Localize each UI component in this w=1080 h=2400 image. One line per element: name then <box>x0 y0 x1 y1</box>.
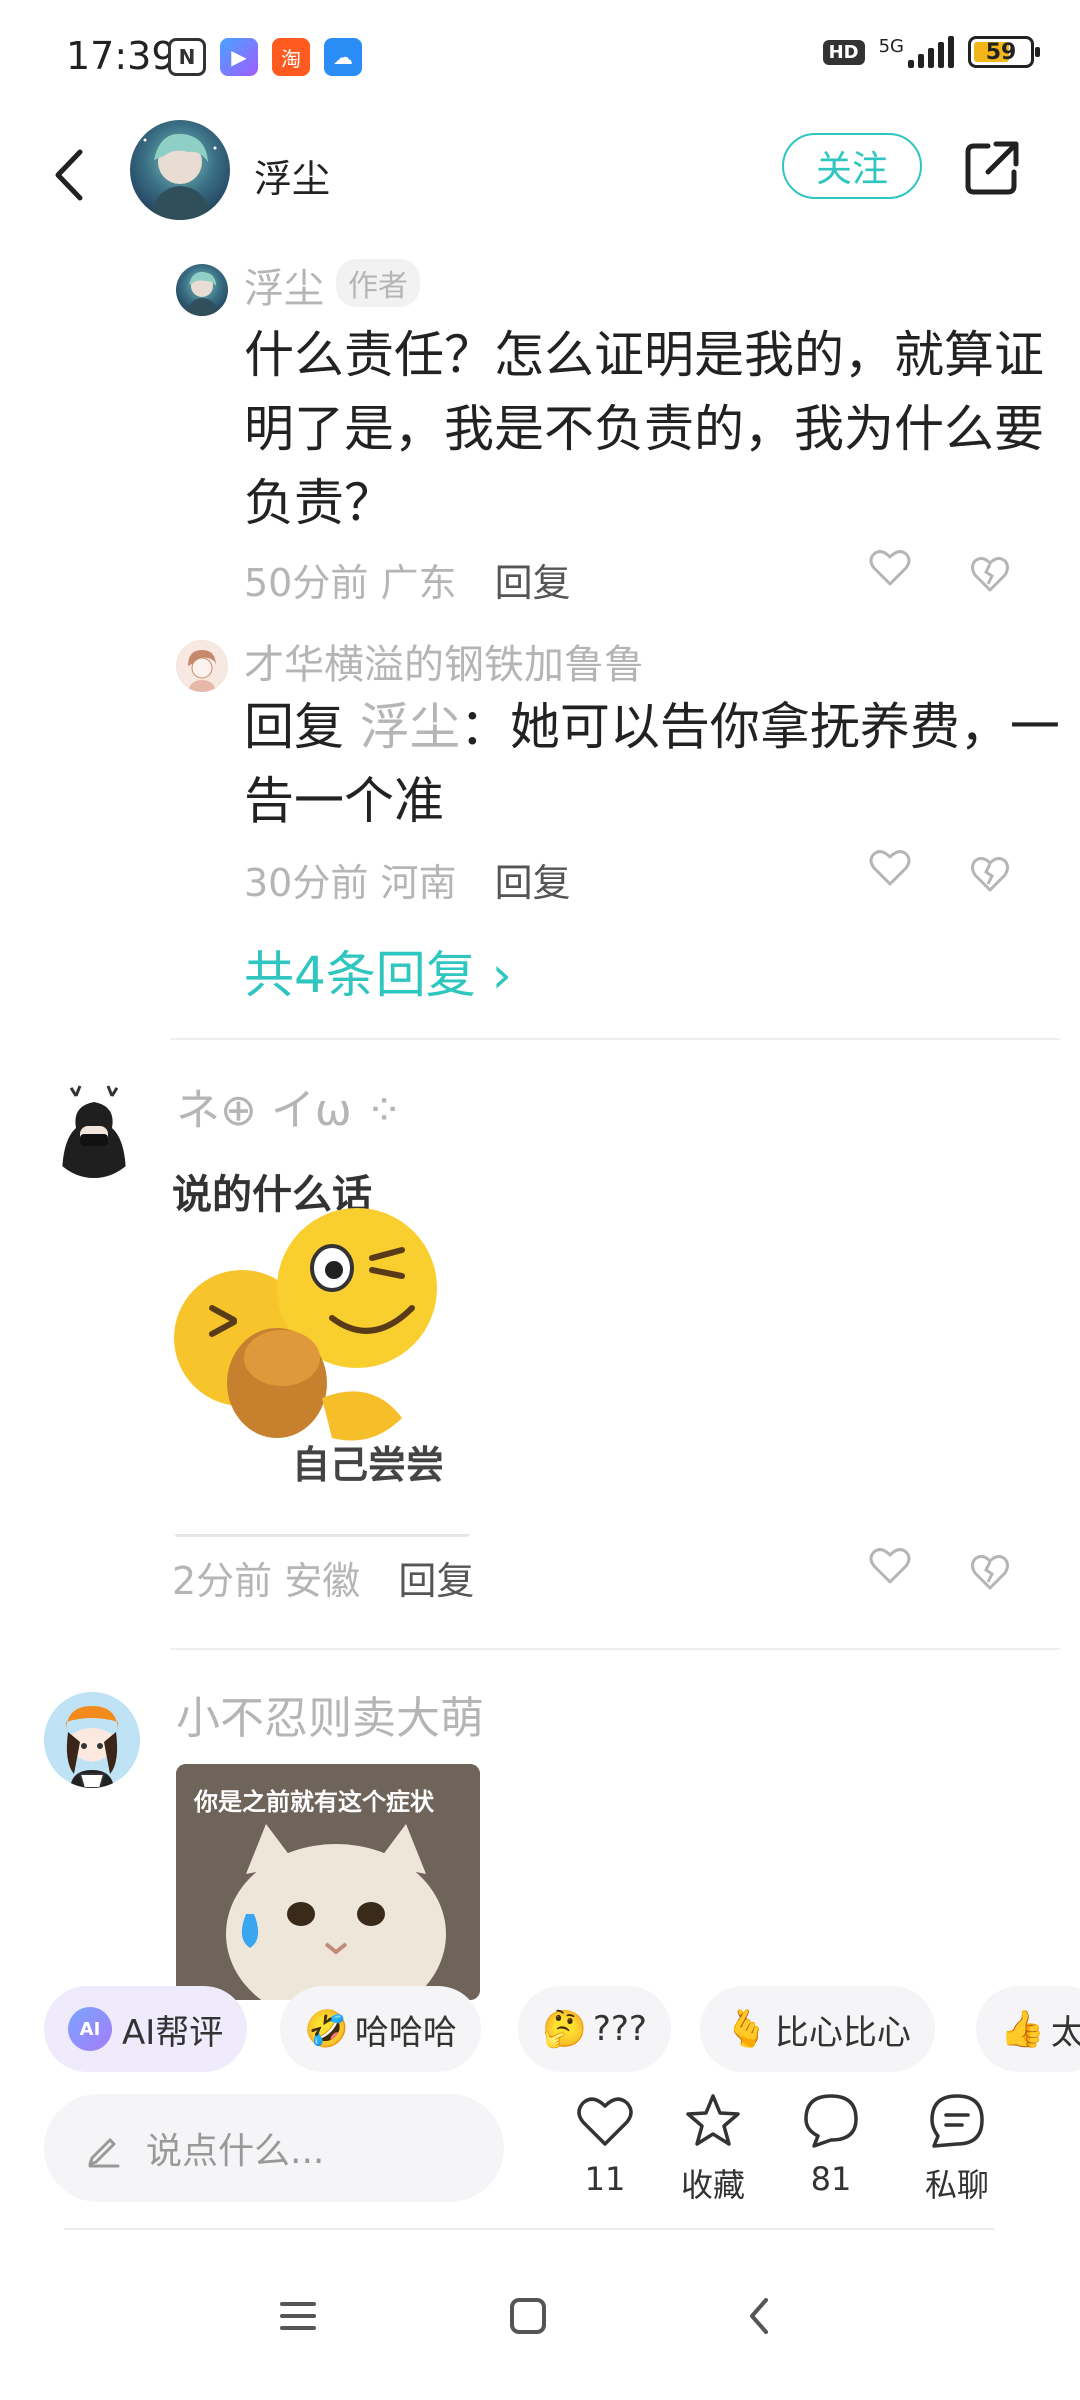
reply-button[interactable]: 回复 <box>398 1559 474 1603</box>
comment-avatar[interactable] <box>44 1692 140 1788</box>
like-icon[interactable] <box>868 1546 912 1586</box>
author-tag: 作者 <box>336 259 420 307</box>
ai-icon: AI <box>68 2007 112 2051</box>
reply-location: 广东 <box>380 561 457 605</box>
status-notification-icons: N ▶ 淘 ☁ <box>168 38 362 76</box>
comment-location: 安徽 <box>284 1559 361 1603</box>
reply-button[interactable]: 回复 <box>495 861 571 905</box>
divider <box>64 2228 994 2230</box>
comment-bubble-icon <box>804 2094 858 2148</box>
comment-action[interactable]: 81 <box>786 2090 876 2220</box>
comment-author[interactable]: 小不忍则卖大萌 <box>176 1682 484 1746</box>
follow-button[interactable]: 关注 <box>782 133 922 199</box>
reply-meta: 30分前 河南 回复 <box>244 852 571 907</box>
like-count: 11 <box>584 2160 626 2198</box>
reply-time: 30分前 <box>244 861 369 905</box>
sticker-top-text: 你是之前就有这个症状 <box>193 1788 435 1816</box>
battery-text: 59 <box>985 39 1017 65</box>
favorite-action[interactable]: 收藏 <box>668 2090 758 2220</box>
status-time: 17:39 <box>66 34 176 78</box>
header: 浮尘 关注 <box>0 110 1080 240</box>
reply-meta: 50分前 广东 回复 <box>244 552 571 607</box>
chat-label: 私聊 <box>924 2166 989 2204</box>
sticker-image[interactable]: 你是之前就有这个症状 <box>176 1764 480 2000</box>
reply-avatar[interactable] <box>176 264 228 316</box>
reply-location: 河南 <box>380 861 457 905</box>
video-app-icon: ▶ <box>220 38 258 76</box>
pen-icon <box>88 2138 120 2168</box>
signal-icon <box>908 36 954 68</box>
hd-icon: HD <box>822 39 865 65</box>
input-placeholder: 说点什么... <box>146 2131 325 2172</box>
sticker-image[interactable]: 说的什么话 自己尝尝 <box>172 1158 472 1538</box>
network-type: 5G <box>878 36 904 57</box>
comment-author[interactable]: ネ⊕ イω ⁘ <box>176 1074 403 1138</box>
dislike-icon[interactable] <box>970 854 1010 894</box>
thumbs-up-icon: 👍 <box>1000 2009 1045 2050</box>
reaction-chip[interactable]: 🤣 哈哈哈 <box>280 1986 481 2072</box>
reaction-chip[interactable]: 🤔 ??? <box>518 1986 671 2072</box>
like-icon[interactable] <box>868 848 912 888</box>
dislike-icon[interactable] <box>970 1552 1010 1592</box>
dislike-icon[interactable] <box>970 554 1010 594</box>
divider <box>170 1038 1060 1040</box>
comment-input[interactable]: 说点什么... <box>44 2094 504 2202</box>
home-icon[interactable] <box>498 2286 558 2346</box>
laughing-icon: 🤣 <box>304 2009 349 2050</box>
menu-icon[interactable] <box>268 2286 328 2346</box>
battery-icon: 59 <box>968 36 1040 68</box>
chat-icon <box>930 2094 984 2148</box>
favorite-label: 收藏 <box>680 2166 745 2204</box>
more-replies-link[interactable]: 共4条回复 › <box>244 935 512 1007</box>
heart-icon <box>577 2097 633 2146</box>
status-right-icons: HD 5G 59 <box>822 36 1040 68</box>
system-nav-bar <box>0 2236 1080 2400</box>
reply-author[interactable]: 浮尘 作者 <box>244 256 420 314</box>
header-user-name: 浮尘 <box>254 157 331 201</box>
chat-action[interactable]: 私聊 <box>912 2090 1002 2220</box>
mention[interactable]: 浮尘 <box>360 698 460 756</box>
like-icon[interactable] <box>868 548 912 588</box>
reply-button[interactable]: 回复 <box>495 561 571 605</box>
sticker-bottom-text: 自己尝尝 <box>292 1443 444 1487</box>
avatar[interactable] <box>130 120 230 220</box>
like-action[interactable]: 11 <box>560 2090 650 2220</box>
cloud-app-icon: ☁ <box>324 38 362 76</box>
back-icon[interactable] <box>40 140 100 210</box>
thinking-icon: 🤔 <box>542 2009 587 2050</box>
reply-time: 50分前 <box>244 561 369 605</box>
reply-author[interactable]: 才华横溢的钢铁加鲁鲁 <box>244 632 644 690</box>
finger-heart-icon: 🫰 <box>724 2009 769 2050</box>
divider <box>170 1648 1060 1650</box>
reaction-chip[interactable]: 🫰 比心比心 <box>700 1986 935 2072</box>
star-icon <box>686 2094 740 2146</box>
reply-text[interactable]: 回复 浮尘：她可以告你拿抚养费，一告一个准 <box>244 690 1080 838</box>
reply-avatar[interactable] <box>176 640 228 692</box>
comment-meta: 2分前 安徽 回复 <box>172 1550 474 1605</box>
quick-reaction-bar: AI AI帮评 🤣 哈哈哈 🤔 ??? 🫰 比心比心 👍 太 <box>0 1986 1080 2072</box>
comment-count: 81 <box>810 2160 852 2198</box>
reply-text[interactable]: 什么责任？怎么证明是我的，就算证明了是，我是不负责的，我为什么要负责？ <box>244 318 1080 540</box>
comment-avatar[interactable] <box>46 1082 142 1178</box>
reaction-chip[interactable]: 👍 太 <box>976 1986 1080 2072</box>
comment-time: 2分前 <box>172 1559 273 1603</box>
ai-review-chip[interactable]: AI AI帮评 <box>44 1986 248 2072</box>
status-bar: 17:39 N ▶ 淘 ☁ HD 5G 59 <box>0 0 1080 110</box>
back-nav-icon[interactable] <box>730 2286 790 2346</box>
taobao-app-icon: 淘 <box>272 38 310 76</box>
nfc-icon: N <box>168 38 206 76</box>
share-icon[interactable] <box>962 138 1022 198</box>
